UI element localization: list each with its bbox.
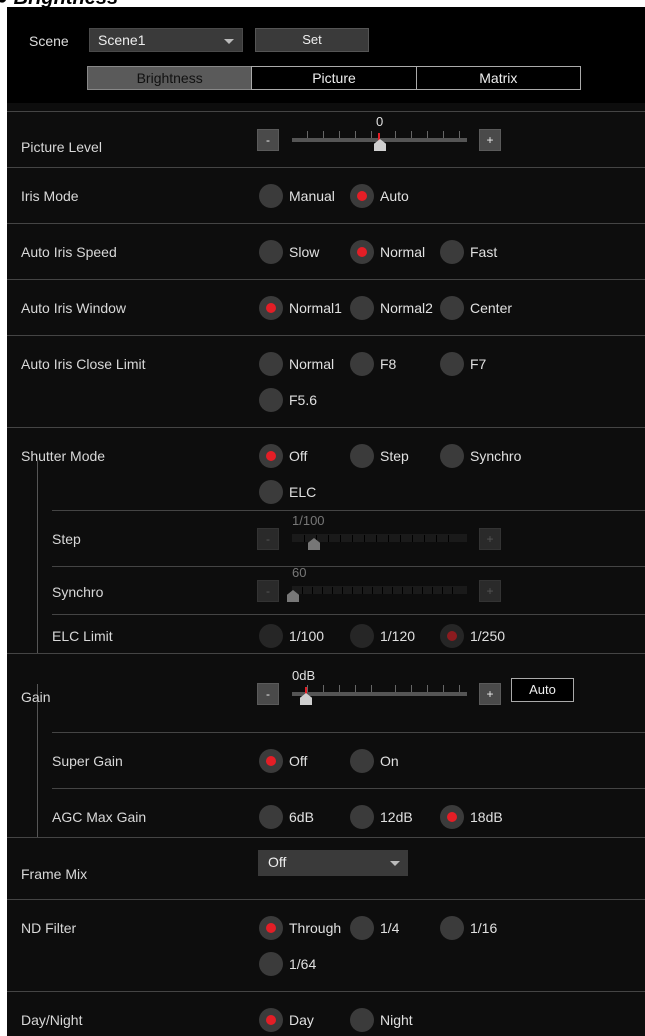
picture-level-minus-button[interactable]: -: [257, 129, 279, 151]
scene-label: Scene: [29, 33, 69, 49]
group-connector: [37, 461, 38, 654]
step-minus-button[interactable]: -: [257, 528, 279, 550]
gain-group: Gain - 0dB + Auto Super Gain Off On AGC …: [7, 653, 645, 838]
gain-minus-button[interactable]: -: [257, 683, 279, 705]
auto-iris-window-row: Auto Iris Window Normal1 Normal2 Center: [7, 279, 645, 335]
page-margin: [0, 883, 7, 1036]
super-gain-label: Super Gain: [52, 753, 123, 769]
tab-brightness[interactable]: Brightness: [87, 66, 253, 90]
tab-picture[interactable]: Picture: [251, 66, 417, 90]
picture-level-value: 0: [376, 114, 384, 129]
nd-filter-row: ND Filter Through 1/4 1/16 1/64: [7, 899, 645, 991]
radio-label: Auto: [380, 188, 409, 204]
picture-level-plus-button[interactable]: +: [479, 129, 501, 151]
gain-ticks: [292, 685, 467, 692]
auto-iris-window-label: Auto Iris Window: [21, 300, 127, 316]
frame-mix-row: Frame Mix Off: [7, 837, 645, 899]
agc-max-gain-row: AGC Max Gain 6dB 12dB 18dB: [52, 788, 645, 838]
synchro-label: Synchro: [52, 584, 104, 600]
radio-label: F5.6: [289, 392, 318, 408]
brightness-panel: Scene Scene1 Set Brightness Picture Matr…: [7, 7, 645, 1036]
radio-label: Center: [470, 300, 513, 316]
gain-label: Gain: [21, 689, 51, 705]
tab-bar: Brightness Picture Matrix: [87, 66, 581, 90]
radio-label: Manual: [289, 188, 335, 204]
frame-mix-value: Off: [268, 854, 287, 870]
elc-limit-row: ELC Limit 1/100 1/120 1/250: [52, 614, 645, 654]
scene-select-value: Scene1: [98, 32, 146, 48]
step-plus-button[interactable]: +: [479, 528, 501, 550]
synchro-plus-button[interactable]: +: [479, 580, 501, 602]
step-slider[interactable]: - 1/100 +: [257, 513, 502, 556]
radio-label: Off: [289, 753, 308, 769]
iris-mode-row: Iris Mode Manual Auto: [7, 167, 645, 223]
picture-level-row: Picture Level - 0 +: [7, 111, 645, 167]
step-value: 1/100: [292, 513, 325, 528]
synchro-row: Synchro - 60 +: [52, 565, 645, 614]
auto-iris-close-limit-label: Auto Iris Close Limit: [21, 356, 146, 372]
radio-label: Night: [380, 1012, 413, 1028]
radio-label: ELC: [289, 484, 317, 500]
radio-label: On: [380, 753, 399, 769]
shutter-mode-group: Shutter Mode Off Step Synchro ELC Step -…: [7, 427, 645, 654]
gain-slider[interactable]: - 0dB +: [257, 668, 502, 711]
radio-label: 1/64: [289, 956, 317, 972]
radio-label: 1/4: [380, 920, 400, 936]
radio-label: F7: [470, 356, 487, 372]
radio-label: Synchro: [470, 448, 522, 464]
radio-label: F8: [380, 356, 397, 372]
radio-label: 1/16: [470, 920, 498, 936]
auto-iris-close-limit-row: Auto Iris Close Limit Normal F8 F7 F5.6: [7, 335, 645, 427]
radio-label: Day: [289, 1012, 314, 1028]
agc-max-gain-label: AGC Max Gain: [52, 809, 147, 825]
radio-label: 18dB: [470, 809, 503, 825]
iris-mode-label: Iris Mode: [21, 188, 79, 204]
radio-label: Step: [380, 448, 409, 464]
radio-label: 12dB: [380, 809, 413, 825]
gain-track: [292, 687, 467, 701]
day-night-label: Day/Night: [21, 1012, 83, 1028]
radio-label: 1/250: [470, 628, 506, 644]
nd-filter-label: ND Filter: [21, 920, 77, 936]
picture-level-label: Picture Level: [21, 139, 102, 155]
scene-header: Scene Scene1 Set Brightness Picture Matr…: [7, 7, 645, 103]
synchro-slider[interactable]: - 60 +: [257, 565, 502, 608]
radio-label: Normal1: [289, 300, 342, 316]
step-ticks: [292, 530, 467, 542]
frame-mix-label: Frame Mix: [21, 866, 88, 882]
auto-iris-speed-row: Auto Iris Speed Slow Normal Fast: [7, 223, 645, 279]
chevron-down-icon: [390, 861, 400, 866]
radio-label: Off: [289, 448, 308, 464]
frame-mix-select[interactable]: Off: [258, 850, 408, 876]
synchro-ticks: [292, 582, 467, 594]
radio-label: Normal: [289, 356, 335, 372]
radio-label: 1/120: [380, 628, 416, 644]
radio-label: Fast: [470, 244, 498, 260]
auto-iris-speed-label: Auto Iris Speed: [21, 244, 117, 260]
radio-label: 1/100: [289, 628, 325, 644]
synchro-value: 60: [292, 565, 307, 580]
gain-auto-button[interactable]: Auto: [511, 678, 574, 702]
step-row: Step - 1/100 +: [52, 510, 645, 566]
scene-select[interactable]: Scene1: [89, 28, 243, 52]
radio-label: Slow: [289, 244, 320, 260]
radio-label: Normal2: [380, 300, 433, 316]
gain-value: 0dB: [292, 668, 316, 683]
synchro-minus-button[interactable]: -: [257, 580, 279, 602]
radio-label: Normal: [380, 244, 426, 260]
set-button[interactable]: Set: [255, 28, 369, 52]
step-label: Step: [52, 531, 81, 547]
chevron-down-icon: [224, 39, 234, 44]
gain-plus-button[interactable]: +: [479, 683, 501, 705]
radio-label: 6dB: [289, 809, 314, 825]
radio-label: Through: [289, 920, 342, 936]
elc-limit-label: ELC Limit: [52, 628, 113, 644]
tab-matrix[interactable]: Matrix: [415, 66, 581, 90]
day-night-row: Day/Night Day Night: [7, 991, 645, 1036]
super-gain-row: Super Gain Off On: [52, 732, 645, 788]
group-connector: [37, 684, 38, 838]
shutter-mode-label: Shutter Mode: [21, 448, 106, 464]
picture-level-slider[interactable]: - 0 +: [257, 114, 502, 157]
